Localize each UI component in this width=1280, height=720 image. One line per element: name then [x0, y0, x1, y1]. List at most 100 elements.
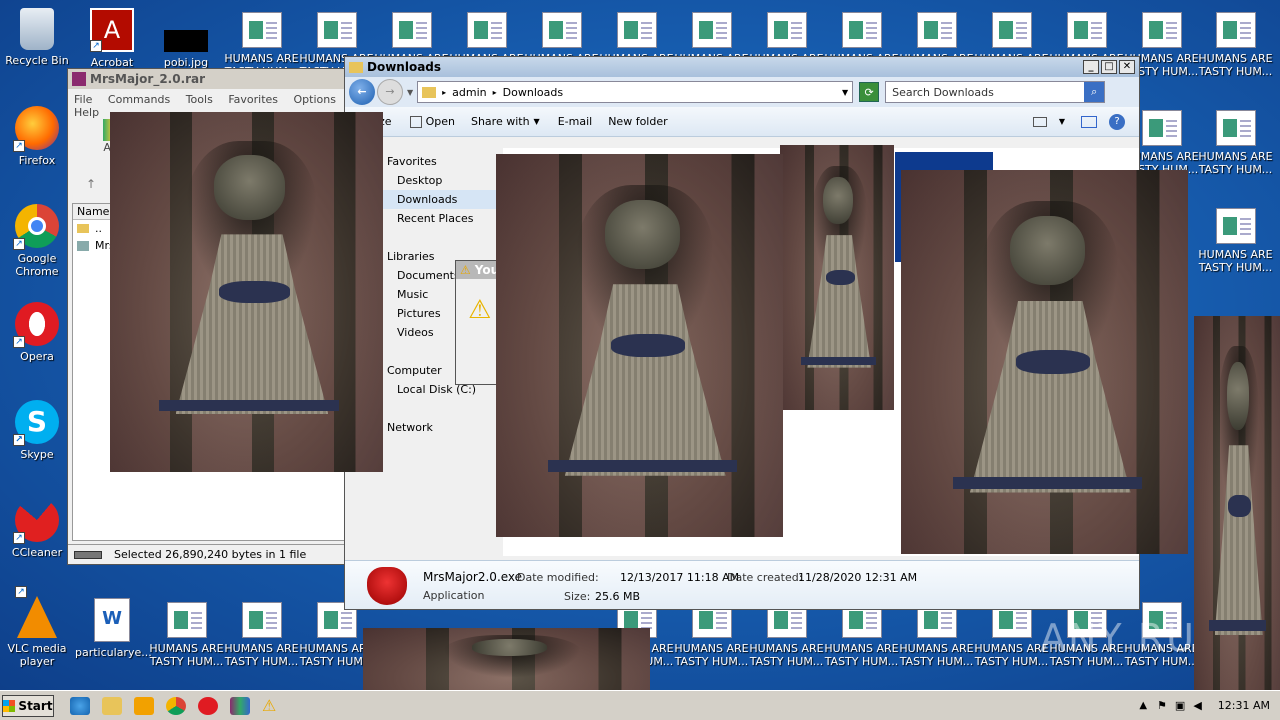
maximize-button[interactable]: □ [1101, 60, 1117, 74]
desktop-icon-opera[interactable]: ↗ Opera [0, 302, 74, 363]
email-button[interactable]: E-mail [558, 115, 593, 128]
share-with-button[interactable]: Share with [471, 115, 530, 128]
breadcrumb-admin[interactable]: admin [452, 86, 486, 99]
document-icon [166, 602, 207, 638]
desktop-icon-firefox[interactable]: ↗ Firefox [0, 106, 74, 167]
menu-favorites[interactable]: Favorites [228, 93, 278, 106]
desktop-icon-label: HUMANS ARE TASTY HUM... [1198, 248, 1273, 274]
chrome-taskbar-icon[interactable] [166, 696, 186, 715]
start-button[interactable]: Start [2, 694, 54, 717]
preview-pane-icon[interactable] [1081, 115, 1097, 128]
desktop-icon-ccleaner[interactable]: ↗ CCleaner [0, 498, 74, 559]
doll-popup-image[interactable] [496, 154, 783, 537]
details-size: 25.6 MB [595, 590, 641, 603]
help-icon[interactable]: ? [1109, 113, 1125, 130]
explorer-taskbar-icon[interactable] [102, 696, 122, 715]
doll-popup-image[interactable] [1194, 316, 1280, 696]
desktop-doc-humans[interactable]: HUMANS ARE TASTY HUM... [1198, 208, 1273, 274]
desktop-doc-humans[interactable]: HUMANS ARE TASTY HUM... [974, 602, 1049, 668]
doll-popup-image[interactable] [901, 170, 1188, 554]
document-icon [466, 12, 507, 48]
desktop-icon-recycle-bin[interactable]: Recycle Bin [0, 8, 74, 67]
action-center-icon[interactable]: ⚑ [1157, 699, 1167, 712]
desktop-doc-humans[interactable]: HUMANS ARE TASTY HUM... [1198, 12, 1273, 78]
open-button[interactable]: Open [426, 115, 455, 128]
desktop-icon-label: Google Chrome [15, 252, 59, 278]
menu-commands[interactable]: Commands [108, 93, 170, 106]
desktop-icon-word-doc[interactable]: W particularye... [75, 598, 152, 659]
opera-taskbar-icon[interactable] [198, 696, 218, 715]
details-created-label: Date created: [727, 571, 803, 584]
desktop-doc-humans[interactable]: HUMANS ARE TASTY HUM... [1198, 110, 1273, 176]
refresh-button[interactable]: ⟳ [859, 82, 880, 102]
desktop-doc-humans[interactable]: HUMANS ARE TASTY HUM... [674, 602, 749, 668]
media-player-taskbar-icon[interactable] [134, 696, 154, 715]
warning-taskbar-icon[interactable]: ⚠ [262, 696, 282, 715]
windows-logo-icon [3, 699, 16, 712]
desktop-doc-humans[interactable]: HUMANS ARE TASTY HUM... [224, 602, 299, 668]
volume-icon[interactable]: ◀ [1193, 699, 1201, 712]
desktop-doc-humans[interactable]: HUMANS ARE TASTY HUM... [824, 602, 899, 668]
back-button[interactable]: ← [349, 79, 375, 105]
desktop-icon-pobi[interactable]: pobi.jpg [149, 8, 223, 69]
folder-icon [349, 61, 363, 73]
nav-downloads[interactable]: Downloads [367, 190, 497, 209]
tray-expand-icon[interactable]: ▲ [1139, 700, 1147, 711]
explorer-title: Downloads [367, 60, 442, 74]
skype-icon: S ↗ [13, 400, 59, 446]
search-input[interactable]: Search Downloads ⌕ [885, 81, 1106, 103]
desktop-doc-humans[interactable]: HUMANS ARE TASTY HUM... [149, 602, 224, 668]
nav-favorites[interactable]: Favorites [367, 152, 497, 171]
desktop-doc-humans[interactable]: HUMANS ARE TASTY HUM... [899, 602, 974, 668]
menu-tools[interactable]: Tools [186, 93, 213, 106]
acrobat-icon: A ↗ [90, 8, 134, 52]
winrar-titlebar[interactable]: MrsMajor_2.0.rar [68, 69, 366, 89]
up-arrow-icon[interactable]: ↑ [86, 177, 96, 191]
desktop-icon-chrome[interactable]: ↗ Google Chrome [0, 204, 74, 278]
document-icon [241, 12, 282, 48]
nav-network[interactable]: Network [367, 418, 497, 437]
opera-icon: ↗ [13, 302, 59, 348]
nav-desktop[interactable]: Desktop [367, 171, 497, 190]
close-button[interactable]: ✕ [1119, 60, 1135, 74]
ccleaner-icon: ↗ [13, 498, 59, 544]
new-folder-button[interactable]: New folder [608, 115, 1033, 128]
address-bar-row: ← → ▼ ▸ admin ▸ Downloads ▼ ⟳ Search Dow… [345, 77, 1139, 107]
menu-help[interactable]: Help [74, 106, 99, 119]
chevron-down-icon[interactable]: ▼ [1059, 117, 1065, 126]
list-item-label: .. [95, 222, 102, 235]
nav-recent-places[interactable]: Recent Places [367, 209, 497, 228]
explorer-titlebar[interactable]: Downloads _ □ ✕ [345, 57, 1139, 77]
desktop-icon-label: HUMANS ARE TASTY HUM... [1198, 150, 1273, 176]
menu-options[interactable]: Options [294, 93, 336, 106]
minimize-button[interactable]: _ [1083, 60, 1099, 74]
desktop-icon-acrobat[interactable]: A ↗ Acrobat [75, 8, 149, 69]
desktop-icon-vlc[interactable]: ↗ VLC media player [0, 586, 74, 668]
winrar-taskbar-icon[interactable] [230, 696, 250, 715]
details-filename: MrsMajor2.0.exe [423, 570, 523, 584]
document-icon [1141, 110, 1182, 146]
address-bar[interactable]: ▸ admin ▸ Downloads ▼ [417, 81, 854, 103]
forward-button[interactable]: → [377, 79, 403, 105]
network-icon[interactable]: ▣ [1175, 699, 1185, 712]
menu-file[interactable]: File [74, 93, 92, 106]
desktop-icon-skype[interactable]: S ↗ Skype [0, 400, 74, 461]
desktop-icon-label: HUMANS ARE TASTY HUM... [899, 642, 974, 668]
view-options-icon[interactable] [1032, 116, 1047, 127]
document-icon [691, 12, 732, 48]
winrar-app-icon [72, 72, 86, 86]
doll-popup-image[interactable] [110, 112, 383, 472]
ie-taskbar-icon[interactable] [70, 696, 90, 715]
recent-pages-icon[interactable]: ▼ [407, 88, 413, 97]
desktop-doc-humans[interactable]: HUMANS ARE TASTY HUM... [749, 602, 824, 668]
breadcrumb-downloads[interactable]: Downloads [503, 86, 842, 99]
search-placeholder: Search Downloads [892, 85, 994, 99]
clock[interactable]: 12:31 AM [1218, 699, 1270, 712]
doll-popup-image[interactable] [780, 145, 894, 410]
firefox-icon: ↗ [13, 106, 59, 152]
folder-icon [422, 86, 437, 98]
exe-icon [77, 240, 89, 251]
chevron-down-icon[interactable]: ▼ [842, 88, 848, 97]
chevron-right-icon: ▸ [492, 87, 497, 97]
search-icon[interactable]: ⌕ [1084, 82, 1105, 102]
